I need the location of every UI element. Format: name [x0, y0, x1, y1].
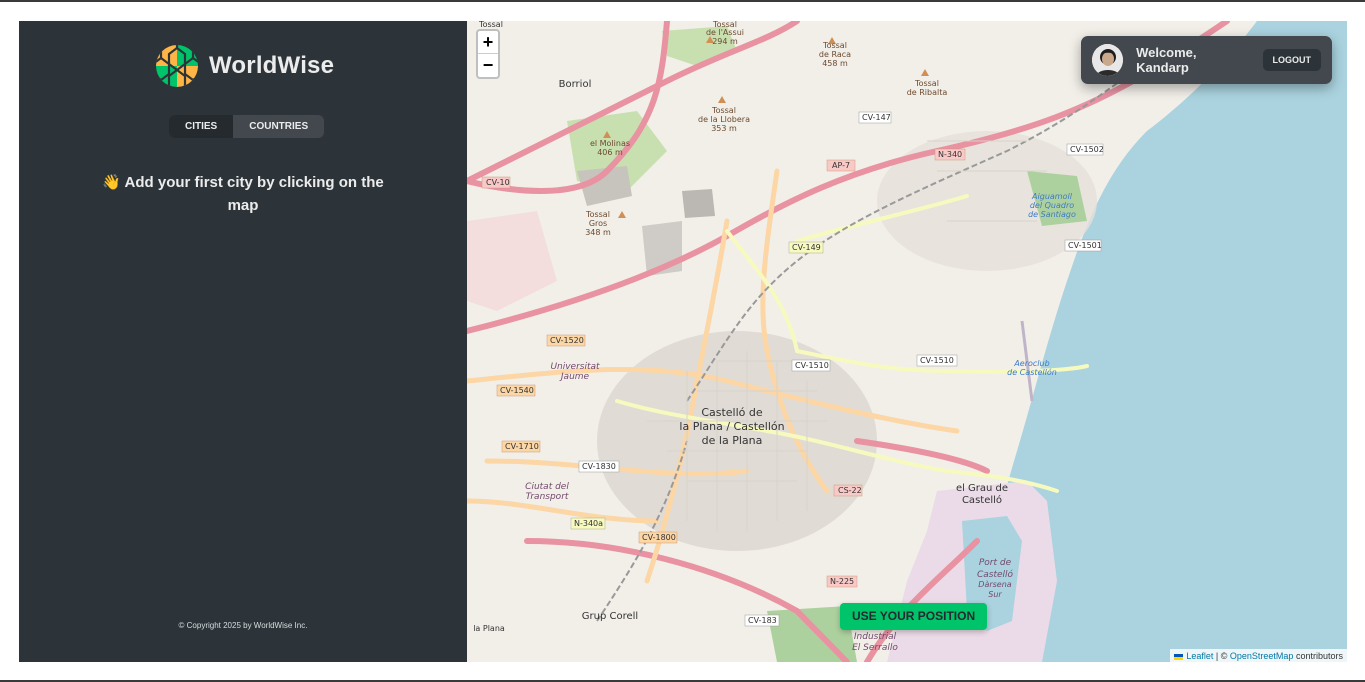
port-label: Port de: [979, 558, 1012, 568]
logo[interactable]: WorldWise: [155, 44, 334, 88]
aeroclub-label: de Castellón: [1007, 367, 1057, 377]
road-label: CV-147: [862, 113, 891, 122]
road-label: CV-1502: [1070, 145, 1104, 154]
road-label: CV-1800: [642, 533, 676, 542]
road-label: CV-149: [792, 243, 821, 252]
osm-link[interactable]: OpenStreetMap: [1230, 651, 1294, 661]
peak-label: Tossal: [585, 210, 610, 219]
transport-label: Transport: [526, 492, 569, 502]
zoom-in-button[interactable]: +: [478, 31, 498, 54]
peak-label: de Raca: [819, 50, 851, 59]
peak-label: Tossal: [914, 79, 939, 88]
copyright: © Copyright 2025 by WorldWise Inc.: [178, 621, 308, 630]
tab-cities[interactable]: Cities: [169, 115, 234, 138]
peak-label: el Molinas: [590, 139, 630, 148]
road-label: CV-1501: [1068, 241, 1102, 250]
attribution-suffix: contributors: [1295, 651, 1343, 661]
peak-label: Gros: [589, 219, 607, 228]
aeroclub-label: Aeroclub: [1013, 359, 1049, 368]
grau-label-line1: el Grau de: [956, 483, 1008, 494]
city-label-line3: de la Plana: [702, 434, 763, 447]
industrial-label: El Serrallo: [852, 643, 898, 653]
port-label: Dàrsena: [978, 580, 1012, 589]
map-tiles[interactable]: CV-10 AP-7 N-340 CV-147 CV-1502 CV-1501 …: [467, 21, 1347, 662]
empty-cities-message: 👋 Add your first city by clicking on the…: [102, 174, 384, 214]
road-label: CV-1830: [582, 462, 616, 471]
peak-label: 348 m: [585, 228, 611, 237]
tab-countries[interactable]: Countries: [233, 115, 324, 138]
university-label: Universitat: [550, 362, 600, 372]
transport-label: Ciutat del: [525, 482, 569, 492]
grau-label-line2: Castelló: [962, 494, 1002, 506]
sidebar: WorldWise Cities Countries 👋 Add your fi…: [19, 21, 467, 662]
industrial-label: Industrial: [854, 632, 897, 642]
city-label-line2: la Plana / Castellón: [679, 420, 784, 433]
avatar: [1092, 44, 1124, 76]
app-name: WorldWise: [209, 52, 335, 79]
peak-label: de la Llobera: [698, 115, 750, 124]
road-label: CV-183: [748, 616, 777, 625]
city-label-line1: Castelló de: [701, 406, 763, 419]
aiguamoll-label: de Santiago: [1028, 210, 1076, 219]
logout-button[interactable]: Logout: [1262, 49, 1321, 71]
ukraine-flag-icon: [1174, 653, 1184, 660]
road-label: CS-22: [838, 486, 862, 495]
peak-label: de Ribalta: [907, 88, 948, 97]
user-panel: Welcome, Kandarp Logout: [1081, 36, 1332, 84]
map-attribution: Leaflet | © OpenStreetMap contributors: [1170, 649, 1347, 662]
road-label: CV-1540: [500, 386, 534, 395]
attribution-separator: | ©: [1215, 651, 1228, 661]
peak-label: Tossal: [711, 106, 736, 115]
road-label: CV-1510: [920, 356, 954, 365]
aiguamoll-label: Aiguamoll: [1031, 192, 1073, 201]
road-label: N-340a: [574, 519, 603, 528]
port-label: Sur: [988, 590, 1002, 599]
road-label: N-225: [830, 577, 854, 586]
use-position-button[interactable]: Use your position: [840, 603, 988, 630]
peak-label: 406 m: [597, 148, 623, 157]
road-label: AP-7: [832, 161, 850, 170]
map-container[interactable]: CV-10 AP-7 N-340 CV-147 CV-1502 CV-1501 …: [467, 21, 1347, 662]
road-label: CV-10: [486, 178, 510, 187]
peak-label: de l'Assui: [706, 28, 744, 37]
view-tabs: Cities Countries: [169, 115, 325, 138]
university-label: Jaume: [559, 372, 590, 382]
welcome-text: Welcome, Kandarp: [1136, 45, 1197, 75]
la-plana-label: la Plana: [473, 624, 505, 633]
road-label: N-340: [938, 150, 962, 159]
peak-label: 353 m: [711, 124, 737, 133]
app-layout: WorldWise Cities Countries 👋 Add your fi…: [19, 21, 1347, 662]
zoom-out-button[interactable]: −: [478, 54, 498, 77]
road-label: CV-1520: [550, 336, 584, 345]
zoom-control: + −: [476, 29, 500, 79]
road-label: CV-1510: [795, 361, 829, 370]
port-label: Castelló: [977, 569, 1014, 580]
leaflet-link[interactable]: Leaflet: [1186, 651, 1213, 661]
road-label: CV-1710: [505, 442, 539, 451]
borriol-label: Borriol: [559, 79, 592, 90]
top-border: [0, 0, 1365, 2]
aiguamoll-label: del Quadro: [1030, 201, 1074, 210]
peak-label: 294 m: [712, 37, 738, 46]
peak-label: 458 m: [822, 59, 848, 68]
globe-logo-icon: [156, 45, 198, 87]
tossal-top-label: Tossal: [478, 21, 503, 29]
grup-corell-label: Grup Corell: [582, 611, 638, 622]
peak-label: Tossal: [822, 41, 847, 50]
